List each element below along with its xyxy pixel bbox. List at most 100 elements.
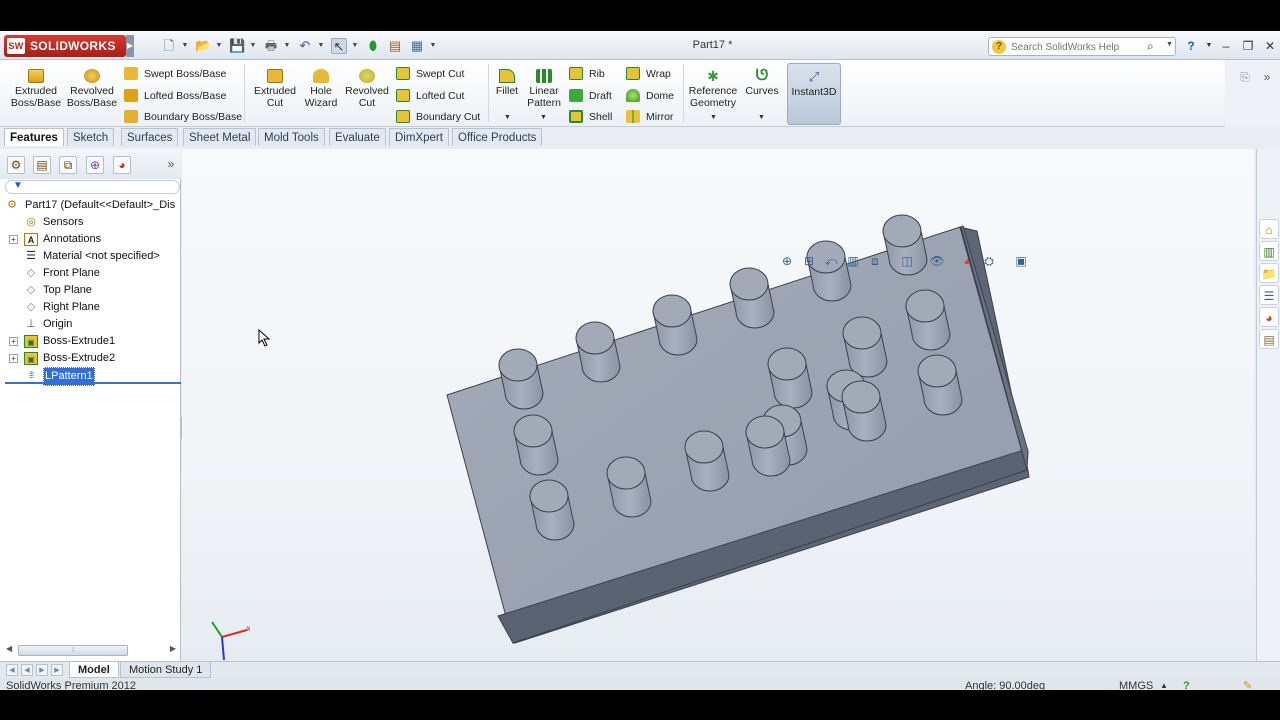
tab-sheet-metal[interactable]: Sheet Metal	[183, 128, 257, 146]
configuration-manager-tab-icon[interactable]: ⧉	[59, 156, 77, 174]
wrap-button[interactable]: Wrap	[626, 66, 671, 82]
instant3d-button[interactable]: ⤢ Instant3D	[787, 63, 841, 125]
swept-cut-button[interactable]: Swept Cut	[396, 66, 464, 82]
zoom-to-fit-icon[interactable]: ⊕	[778, 252, 796, 270]
tab-surfaces[interactable]: Surfaces	[121, 128, 179, 146]
tab-model[interactable]: Model	[69, 662, 119, 678]
reference-geometry-dropdown-icon[interactable]: ▼	[710, 114, 717, 121]
design-library-icon[interactable]: ▥	[1259, 241, 1279, 261]
view-orientation-icon[interactable]: ⧈	[866, 252, 884, 270]
apply-scene-icon[interactable]: ⛭	[980, 252, 998, 270]
tab-dimxpert[interactable]: DimXpert	[389, 128, 449, 146]
scroll-thumb[interactable]: ⦙	[18, 645, 128, 656]
open-dropdown-icon[interactable]: ▼	[215, 38, 223, 54]
tab-features[interactable]: Features	[4, 128, 64, 146]
select-pointer-icon[interactable]: ↖	[331, 38, 347, 54]
print-dropdown-icon[interactable]: ▼	[283, 38, 291, 54]
expand-icon[interactable]: +	[9, 354, 18, 363]
tree-item-right-plane[interactable]: ◇ Right Plane	[0, 299, 181, 316]
tree-item-front-plane[interactable]: ◇ Front Plane	[0, 265, 181, 282]
options-icon[interactable]: ▦	[409, 38, 425, 54]
rebuild-traffic-light-icon[interactable]: ⬮	[365, 38, 381, 54]
last-tab-icon[interactable]: ▶	[51, 664, 63, 676]
feature-tree-tab-icon[interactable]: ⚙	[7, 156, 25, 174]
rib-button[interactable]: Rib	[569, 66, 605, 82]
boundary-boss-button[interactable]: Boundary Boss/Base	[124, 109, 242, 125]
shell-button[interactable]: Shell	[569, 109, 612, 125]
curves-dropdown-icon[interactable]: ▼	[758, 114, 765, 121]
revolved-boss-button[interactable]: Revolved Boss/Base	[66, 69, 118, 109]
hole-wizard-button[interactable]: Hole Wizard	[298, 69, 344, 109]
ribbon-pin-icon[interactable]: ⎘	[1238, 70, 1252, 84]
tab-mold-tools[interactable]: Mold Tools	[258, 128, 325, 146]
pattern-dropdown-icon[interactable]: ▼	[540, 114, 547, 121]
scroll-right-icon[interactable]: ▶	[170, 644, 176, 653]
graphics-area[interactable]: ⊕ ⊞ ⤺ ▥ ⧈ ◫ 👁 ◕ ⛭ ▣ ◨ ◧ – ❐ ✕ x z	[182, 149, 1254, 669]
help-dropdown-icon[interactable]: ▼	[1202, 39, 1216, 53]
swept-boss-button[interactable]: Swept Boss/Base	[124, 66, 226, 82]
expand-icon[interactable]: +	[9, 337, 18, 346]
appearances-icon[interactable]: ◕	[1259, 307, 1279, 327]
curves-button[interactable]: ᘎ Curves	[744, 68, 780, 97]
dome-button[interactable]: Dome	[626, 88, 674, 104]
lofted-boss-button[interactable]: Lofted Boss/Base	[124, 88, 226, 104]
help-search-box[interactable]: ? ⌕ ▼	[988, 37, 1176, 56]
tree-item-boss-extrude1[interactable]: + ▣ Boss-Extrude1	[0, 333, 181, 350]
tab-sketch[interactable]: Sketch	[67, 128, 115, 146]
display-style-icon[interactable]: ◫	[898, 252, 916, 270]
units-dropdown-icon[interactable]: ▲	[1160, 679, 1168, 690]
select-dropdown-icon[interactable]: ▼	[351, 38, 359, 54]
revolved-cut-button[interactable]: Revolved Cut	[342, 69, 392, 109]
dimxpert-manager-tab-icon[interactable]: ⊕	[86, 156, 104, 174]
display-manager-tab-icon[interactable]: ◕	[113, 156, 131, 174]
tree-item-origin[interactable]: ⊥ Origin	[0, 316, 181, 333]
fillet-dropdown-icon[interactable]: ▼	[504, 114, 511, 121]
options-dropdown-icon[interactable]: ▼	[429, 38, 437, 54]
help-icon[interactable]: ?	[1184, 39, 1198, 53]
tree-item-material[interactable]: ☰ Material <not specified>	[0, 248, 181, 265]
search-icon[interactable]: ⌕	[1147, 39, 1154, 54]
panel-expand-icon[interactable]: »	[162, 156, 180, 174]
tree-item-boss-extrude2[interactable]: + ▣ Boss-Extrude2	[0, 350, 181, 367]
close-icon[interactable]: ✕	[1263, 39, 1277, 53]
hide-show-items-icon[interactable]: 👁	[928, 252, 946, 270]
save-icon[interactable]: 💾	[229, 38, 245, 54]
solidworks-resources-icon[interactable]: ⌂	[1259, 219, 1279, 239]
reference-geometry-button[interactable]: ✱ Reference Geometry	[686, 69, 740, 109]
linear-pattern-button[interactable]: Linear Pattern	[524, 69, 564, 109]
feature-filter-field[interactable]: ▼	[5, 180, 180, 194]
ribbon-more-icon[interactable]: »	[1260, 70, 1274, 84]
unit-system[interactable]: MMGS	[1119, 679, 1153, 690]
print-icon[interactable]: 🖶	[263, 38, 279, 54]
first-tab-icon[interactable]: ◀	[6, 664, 18, 676]
tab-evaluate[interactable]: Evaluate	[329, 128, 386, 146]
horizontal-scrollbar[interactable]: ◀ ⦙ ▶	[4, 643, 178, 657]
lofted-cut-button[interactable]: Lofted Cut	[396, 88, 464, 104]
new-document-icon[interactable]: 🗋	[161, 38, 177, 54]
file-properties-icon[interactable]: ▤	[387, 38, 403, 54]
extruded-boss-button[interactable]: Extruded Boss/Base	[10, 69, 62, 109]
extruded-cut-button[interactable]: Extruded Cut	[250, 69, 300, 109]
fillet-button[interactable]: Fillet	[492, 69, 522, 97]
view-settings-icon[interactable]: ▣	[1012, 252, 1030, 270]
status-help-icon[interactable]: ?	[1183, 679, 1190, 690]
zoom-to-area-icon[interactable]: ⊞	[800, 252, 818, 270]
rollback-bar[interactable]	[5, 382, 181, 384]
search-dropdown-icon[interactable]: ▼	[1166, 41, 1173, 48]
custom-properties-icon[interactable]: ▤	[1259, 329, 1279, 349]
edit-appearance-icon[interactable]: ◕	[958, 252, 976, 270]
new-dropdown-icon[interactable]: ▼	[181, 38, 189, 54]
mirror-button[interactable]: Mirror	[626, 109, 673, 125]
minimize-icon[interactable]: –	[1219, 39, 1233, 53]
menu-expand-icon[interactable]: ▶	[126, 35, 134, 57]
tree-item-sensors[interactable]: ◎ Sensors	[0, 214, 181, 231]
open-folder-icon[interactable]: 📂	[195, 38, 211, 54]
save-dropdown-icon[interactable]: ▼	[249, 38, 257, 54]
undo-dropdown-icon[interactable]: ▼	[317, 38, 325, 54]
view-palette-icon[interactable]: ☰	[1259, 285, 1279, 305]
undo-icon[interactable]: ↶	[297, 38, 313, 54]
property-manager-tab-icon[interactable]: ▤	[33, 156, 51, 174]
tree-item-annotations[interactable]: + A Annotations	[0, 231, 181, 248]
scroll-left-icon[interactable]: ◀	[6, 644, 12, 653]
solidworks-logo[interactable]: SW SOLIDWORKS	[4, 35, 126, 57]
